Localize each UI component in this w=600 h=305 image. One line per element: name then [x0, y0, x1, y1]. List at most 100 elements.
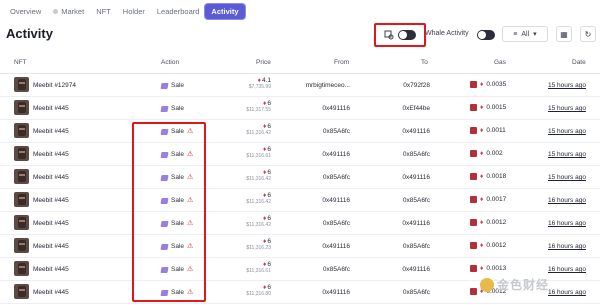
nft-name[interactable]: Meebit #445: [33, 151, 69, 158]
price-eth: 6: [267, 100, 271, 107]
to-address[interactable]: 0x85A6fc: [375, 289, 430, 296]
date-link[interactable]: 15 hours ago: [548, 105, 586, 112]
filter-lines-icon: ≡: [513, 30, 518, 38]
market-dot-icon: [53, 8, 59, 14]
nft-name[interactable]: Meebit #445: [33, 266, 69, 273]
from-address[interactable]: 0x491116: [290, 289, 350, 296]
nft-thumbnail[interactable]: [14, 100, 29, 115]
date-link[interactable]: 16 hours ago: [548, 220, 586, 227]
to-address[interactable]: 0x792f28: [375, 82, 430, 89]
nft-thumbnail[interactable]: [14, 169, 29, 184]
nft-thumbnail[interactable]: [14, 77, 29, 92]
refresh-button[interactable]: ↻: [580, 26, 596, 42]
gas-value: 0.0012: [486, 242, 507, 249]
table-row[interactable]: Meebit #445 Sale ⚠ ♦6 $11,316.42 0x85A6fc 0x49…: [0, 212, 600, 235]
gas-pump-icon: [470, 288, 477, 295]
date-link[interactable]: 16 hours ago: [548, 266, 586, 273]
table-row[interactable]: Meebit #445 Sale ⚠ ♦6 $11,316.23 0x491116 0x85…: [0, 235, 600, 258]
from-address[interactable]: mrbigtimeceo...: [290, 82, 350, 89]
from-address[interactable]: 0x491116: [290, 197, 350, 204]
nft-name[interactable]: Meebit #445: [33, 174, 69, 181]
price-eth: 6: [267, 169, 271, 176]
eth-icon: ♦: [263, 146, 267, 153]
price-cell: ♦6 $11,316.23: [243, 238, 271, 251]
eth-icon: ♦: [263, 192, 267, 199]
gas-value: 0.0015: [486, 104, 507, 111]
price-eth: 6: [267, 215, 271, 222]
price-cell: ♦6 $11,316.42: [243, 215, 271, 228]
eth-icon: ♦: [263, 284, 267, 291]
nft-name[interactable]: Meebit #445: [33, 105, 69, 112]
nft-thumbnail[interactable]: [14, 261, 29, 276]
tab-leaderboard[interactable]: Leaderboard: [151, 4, 206, 19]
gas-cell: ♦ 0.0018: [470, 173, 506, 180]
price-cell: ♦6 $11,316.61: [243, 146, 271, 159]
tab-activity[interactable]: Activity: [205, 3, 245, 19]
from-address[interactable]: 0x85A6fc: [290, 174, 350, 181]
activity-type-select[interactable]: ≡ All ▾: [502, 26, 548, 42]
nft-name[interactable]: Meebit #445: [33, 220, 69, 227]
nft-name[interactable]: Meebit #445: [33, 128, 69, 135]
from-address[interactable]: 0x85A6fc: [290, 128, 350, 135]
nft-thumbnail[interactable]: [14, 192, 29, 207]
date-link[interactable]: 16 hours ago: [548, 243, 586, 250]
to-address[interactable]: 0xEf44be: [375, 105, 430, 112]
eth-icon: ♦: [480, 196, 484, 203]
calendar-button[interactable]: ▦: [556, 26, 572, 42]
nft-name[interactable]: Meebit #445: [33, 289, 69, 296]
tab-market[interactable]: Market: [47, 4, 90, 19]
highlight-box-toggle: [374, 23, 426, 47]
gas-value: 0.0018: [486, 173, 507, 180]
eth-icon: ♦: [480, 104, 484, 111]
date-link[interactable]: 16 hours ago: [548, 197, 586, 204]
date-link[interactable]: 15 hours ago: [548, 151, 586, 158]
price-usd: $11,316.23: [246, 245, 271, 251]
table-row[interactable]: Meebit #445 Sale ♦6 $11,317.55 0x491116 0xEf4…: [0, 97, 600, 120]
table-row[interactable]: Meebit #12974 Sale ♦4.1 $7,735.99 mrbigtimec…: [0, 74, 600, 97]
to-address[interactable]: 0x491116: [375, 266, 430, 273]
table-row[interactable]: Meebit #445 Sale ⚠ ♦6 $11,316.42 0x85A6fc 0x49…: [0, 120, 600, 143]
to-address[interactable]: 0x491116: [375, 220, 430, 227]
price-eth: 6: [267, 146, 271, 153]
from-address[interactable]: 0x491116: [290, 105, 350, 112]
tab-overview[interactable]: Overview: [4, 4, 47, 19]
to-address[interactable]: 0x85A6fc: [375, 197, 430, 204]
tab-holder[interactable]: Holder: [117, 4, 151, 19]
from-address[interactable]: 0x85A6fc: [290, 266, 350, 273]
gas-cell: ♦ 0.0011: [470, 127, 506, 134]
date-link[interactable]: 16 hours ago: [548, 289, 586, 296]
table-row[interactable]: Meebit #445 Sale ⚠ ♦6 $11,316.42 0x491116 0x85…: [0, 189, 600, 212]
date-link[interactable]: 15 hours ago: [548, 82, 586, 89]
gas-value: 0.0035: [486, 81, 507, 88]
nft-name[interactable]: Meebit #445: [33, 243, 69, 250]
gas-cell: ♦ 0.0035: [470, 81, 506, 88]
nft-thumbnail[interactable]: [14, 146, 29, 161]
price-cell: ♦6 $11,316.42: [243, 169, 271, 182]
whale-activity-toggle[interactable]: [477, 30, 495, 40]
eth-icon: ♦: [480, 127, 484, 134]
to-address[interactable]: 0x491116: [375, 174, 430, 181]
nft-thumbnail[interactable]: [14, 238, 29, 253]
gas-cell: ♦ 0.0012: [470, 242, 506, 249]
nft-thumbnail[interactable]: [14, 215, 29, 230]
nft-name[interactable]: Meebit #445: [33, 197, 69, 204]
to-address[interactable]: 0x85A6fc: [375, 151, 430, 158]
tab-nft[interactable]: NFT: [90, 4, 117, 19]
nft-thumbnail[interactable]: [14, 123, 29, 138]
nft-name[interactable]: Meebit #12974: [33, 82, 76, 89]
from-address[interactable]: 0x491116: [290, 151, 350, 158]
to-address[interactable]: 0x491116: [375, 128, 430, 135]
price-cell: ♦6 $11,316.42: [243, 192, 271, 205]
date-link[interactable]: 15 hours ago: [548, 128, 586, 135]
sale-tag-icon: [160, 82, 169, 89]
from-address[interactable]: 0x491116: [290, 243, 350, 250]
to-address[interactable]: 0x85A6fc: [375, 243, 430, 250]
table-header: NFT Action Price From To Gas Date: [0, 52, 600, 74]
nft-thumbnail[interactable]: [14, 284, 29, 299]
price-cell: ♦6 $11,317.55: [243, 100, 271, 113]
eth-icon: ♦: [480, 242, 484, 249]
table-row[interactable]: Meebit #445 Sale ⚠ ♦6 $11,316.42 0x85A6fc 0x49…: [0, 166, 600, 189]
date-link[interactable]: 15 hours ago: [548, 174, 586, 181]
from-address[interactable]: 0x85A6fc: [290, 220, 350, 227]
table-row[interactable]: Meebit #445 Sale ⚠ ♦6 $11,316.61 0x491116 0x85…: [0, 143, 600, 166]
